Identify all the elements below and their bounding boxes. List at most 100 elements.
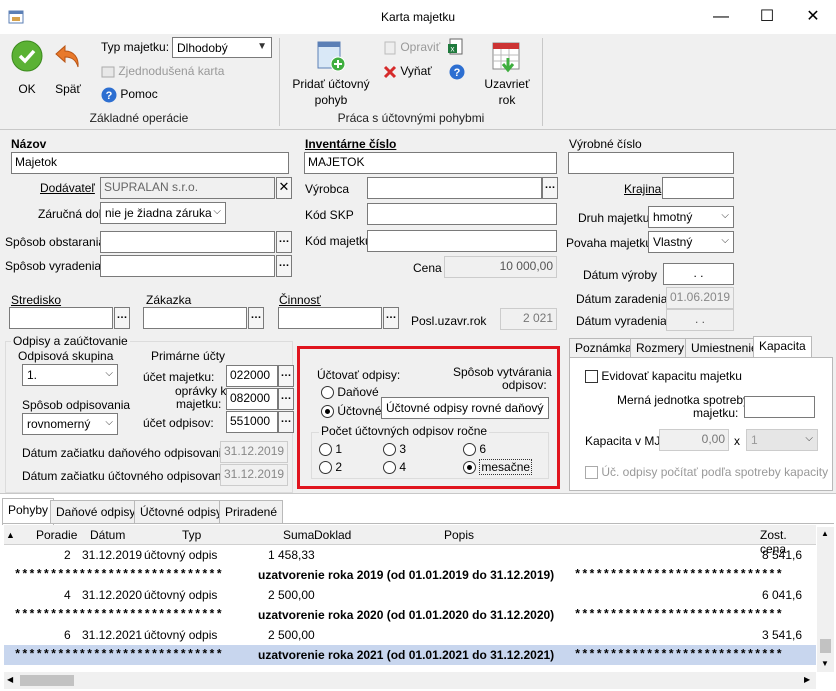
col-type[interactable]: Typ — [182, 528, 201, 542]
count-radio-4[interactable]: 4 — [383, 460, 406, 475]
tab-acc-depr[interactable]: Účtovné odpisy — [134, 500, 229, 524]
table-row[interactable]: 6 31.12.2021 účtovný odpis 2 500,00 3 54… — [4, 625, 816, 645]
tab-assigned[interactable]: Priradené — [219, 500, 284, 524]
tab-note[interactable]: Poznámka — [569, 338, 638, 358]
col-description[interactable]: Popis — [444, 528, 474, 542]
edit-button[interactable]: Opraviť — [383, 40, 440, 55]
country-input[interactable] — [662, 177, 734, 199]
col-amount[interactable]: Suma — [283, 528, 314, 542]
tab-location[interactable]: Umiestnenie — [685, 338, 764, 358]
asset-account-input[interactable]: 022000 — [226, 365, 278, 387]
browse-button[interactable]: … — [278, 388, 294, 410]
order-input[interactable] — [143, 307, 247, 329]
depr-method-select[interactable]: rovnomerný ⌵ — [22, 413, 118, 435]
minimize-button[interactable]: — — [698, 0, 744, 34]
tax-start-input[interactable]: 31.12.2019 — [220, 441, 288, 463]
scroll-left-icon[interactable]: ◀ — [7, 675, 13, 684]
table-row[interactable]: ***************************** uzatvoreni… — [4, 565, 816, 585]
count-radio-2[interactable]: 2 — [319, 460, 342, 475]
browse-button[interactable]: … — [542, 177, 558, 199]
table-row-selected[interactable]: ***************************** uzatvoreni… — [4, 645, 816, 665]
tab-movements[interactable]: Pohyby — [2, 498, 55, 525]
maximize-button[interactable]: ☐ — [744, 0, 790, 34]
browse-button[interactable]: … — [278, 365, 294, 387]
acquisition-input[interactable] — [100, 231, 275, 253]
warranty-select[interactable]: nie je žiadna záruka ⌵ — [100, 202, 226, 224]
count-radio-monthly[interactable]: mesačne — [463, 459, 533, 475]
tab-dimensions[interactable]: Rozmery — [630, 338, 691, 358]
help-button[interactable]: ? Pomoc — [101, 87, 158, 103]
simplified-card-button[interactable]: Zjednodušená karta — [101, 64, 224, 79]
manufacture-date-input[interactable]: . . — [663, 263, 734, 285]
asset-kind-select[interactable]: hmotný ⌵ — [648, 206, 734, 228]
col-document[interactable]: Doklad — [314, 528, 351, 542]
count-radio-1[interactable]: 1 — [319, 442, 342, 457]
inventory-input[interactable]: MAJETOK — [304, 152, 557, 174]
asset-nature-select[interactable]: Vlastný ⌵ — [648, 231, 734, 253]
scroll-right-icon[interactable]: ▶ — [804, 675, 810, 684]
scroll-thumb[interactable] — [20, 675, 74, 686]
browse-button[interactable]: … — [383, 307, 399, 329]
creation-select[interactable]: Účtovné odpisy rovné daňový ⌵ — [381, 397, 549, 419]
unit-input[interactable] — [744, 396, 815, 418]
count-radio-6[interactable]: 6 — [463, 442, 486, 457]
back-button[interactable]: Späť — [50, 40, 86, 100]
asset-code-input[interactable] — [367, 230, 557, 252]
clear-icon[interactable]: ✕ — [276, 177, 292, 199]
price-input[interactable]: 10 000,00 — [444, 256, 557, 278]
asset-type-select[interactable]: Dlhodobý ▼ — [172, 37, 272, 58]
grid-header: ▲ Poradie Dátum Typ Suma Doklad Popis Zo… — [4, 525, 816, 556]
retire-date-input[interactable]: . . — [666, 309, 734, 331]
browse-button[interactable]: … — [276, 255, 292, 277]
table-row[interactable]: 2 31.12.2019 účtovný odpis 1 458,33 8 54… — [4, 545, 816, 565]
table-row[interactable]: ***************************** uzatvoreni… — [4, 605, 816, 625]
scroll-up-icon[interactable]: ▲ — [821, 529, 829, 538]
tab-tax-depr[interactable]: Daňové odpisy — [50, 500, 142, 524]
browse-button[interactable]: … — [276, 231, 292, 253]
sort-up-icon[interactable]: ▲ — [6, 530, 15, 540]
post-acc-radio[interactable]: Účtovné — [321, 404, 381, 419]
last-closed-input[interactable]: 2 021 — [500, 308, 557, 330]
multiplier-select[interactable]: 1 ⌵ — [746, 429, 818, 451]
remove-button[interactable]: Vyňať — [383, 64, 432, 79]
cell-remaining: 6 041,6 — [762, 588, 803, 602]
depr-account-input[interactable]: 551000 — [226, 411, 278, 433]
name-input[interactable]: Majetok — [11, 152, 289, 174]
horizontal-scrollbar[interactable]: ◀ ▶ — [4, 672, 816, 689]
adjust-account-input[interactable]: 082000 — [226, 388, 278, 410]
browse-button[interactable]: … — [248, 307, 264, 329]
asset-account-label: účet majetku: — [143, 370, 215, 384]
browse-button[interactable]: … — [114, 307, 130, 329]
consumption-checkbox[interactable]: Úč. odpisy počítať podľa spotreby kapaci… — [585, 465, 828, 480]
excel-icon[interactable]: x — [447, 38, 465, 56]
add-movement-button[interactable]: Pridať účtovný pohyb — [287, 40, 375, 110]
vertical-scrollbar[interactable]: ▲ ▼ — [817, 527, 834, 672]
depr-group-select[interactable]: 1. ⌵ — [22, 364, 118, 386]
acc-start-input[interactable]: 31.12.2019 — [220, 464, 288, 486]
chevron-down-icon: ⌵ — [105, 417, 113, 428]
center-input[interactable] — [9, 307, 113, 329]
help-icon[interactable]: ? — [449, 64, 465, 80]
table-row[interactable]: 4 31.12.2020 účtovný odpis 2 500,00 6 04… — [4, 585, 816, 605]
browse-button[interactable]: … — [278, 411, 294, 433]
close-button[interactable]: ✕ — [790, 0, 836, 34]
count-radio-3[interactable]: 3 — [383, 442, 406, 457]
cell-stars: ***************************** — [574, 648, 783, 662]
col-date[interactable]: Dátum — [90, 528, 125, 542]
ok-button[interactable]: OK — [10, 40, 44, 100]
close-year-button[interactable]: Uzavrieť rok — [478, 40, 536, 110]
scroll-down-icon[interactable]: ▼ — [821, 659, 829, 668]
disposal-input[interactable] — [100, 255, 275, 277]
col-order[interactable]: Poradie — [36, 528, 77, 542]
skp-input[interactable] — [367, 203, 557, 225]
capacity-input[interactable]: 0,00 — [659, 429, 729, 451]
post-tax-radio[interactable]: Daňové — [321, 385, 379, 400]
serial-input[interactable] — [568, 152, 734, 174]
activity-input[interactable] — [278, 307, 382, 329]
track-capacity-checkbox[interactable]: Evidovať kapacitu majetku — [585, 369, 742, 384]
manufacturer-input[interactable] — [367, 177, 542, 199]
tab-capacity[interactable]: Kapacita — [753, 336, 812, 358]
entry-date-input[interactable]: 01.06.2019 — [666, 287, 734, 309]
scroll-thumb[interactable] — [820, 639, 831, 653]
supplier-input[interactable]: SUPRALAN s.r.o. — [100, 177, 275, 199]
